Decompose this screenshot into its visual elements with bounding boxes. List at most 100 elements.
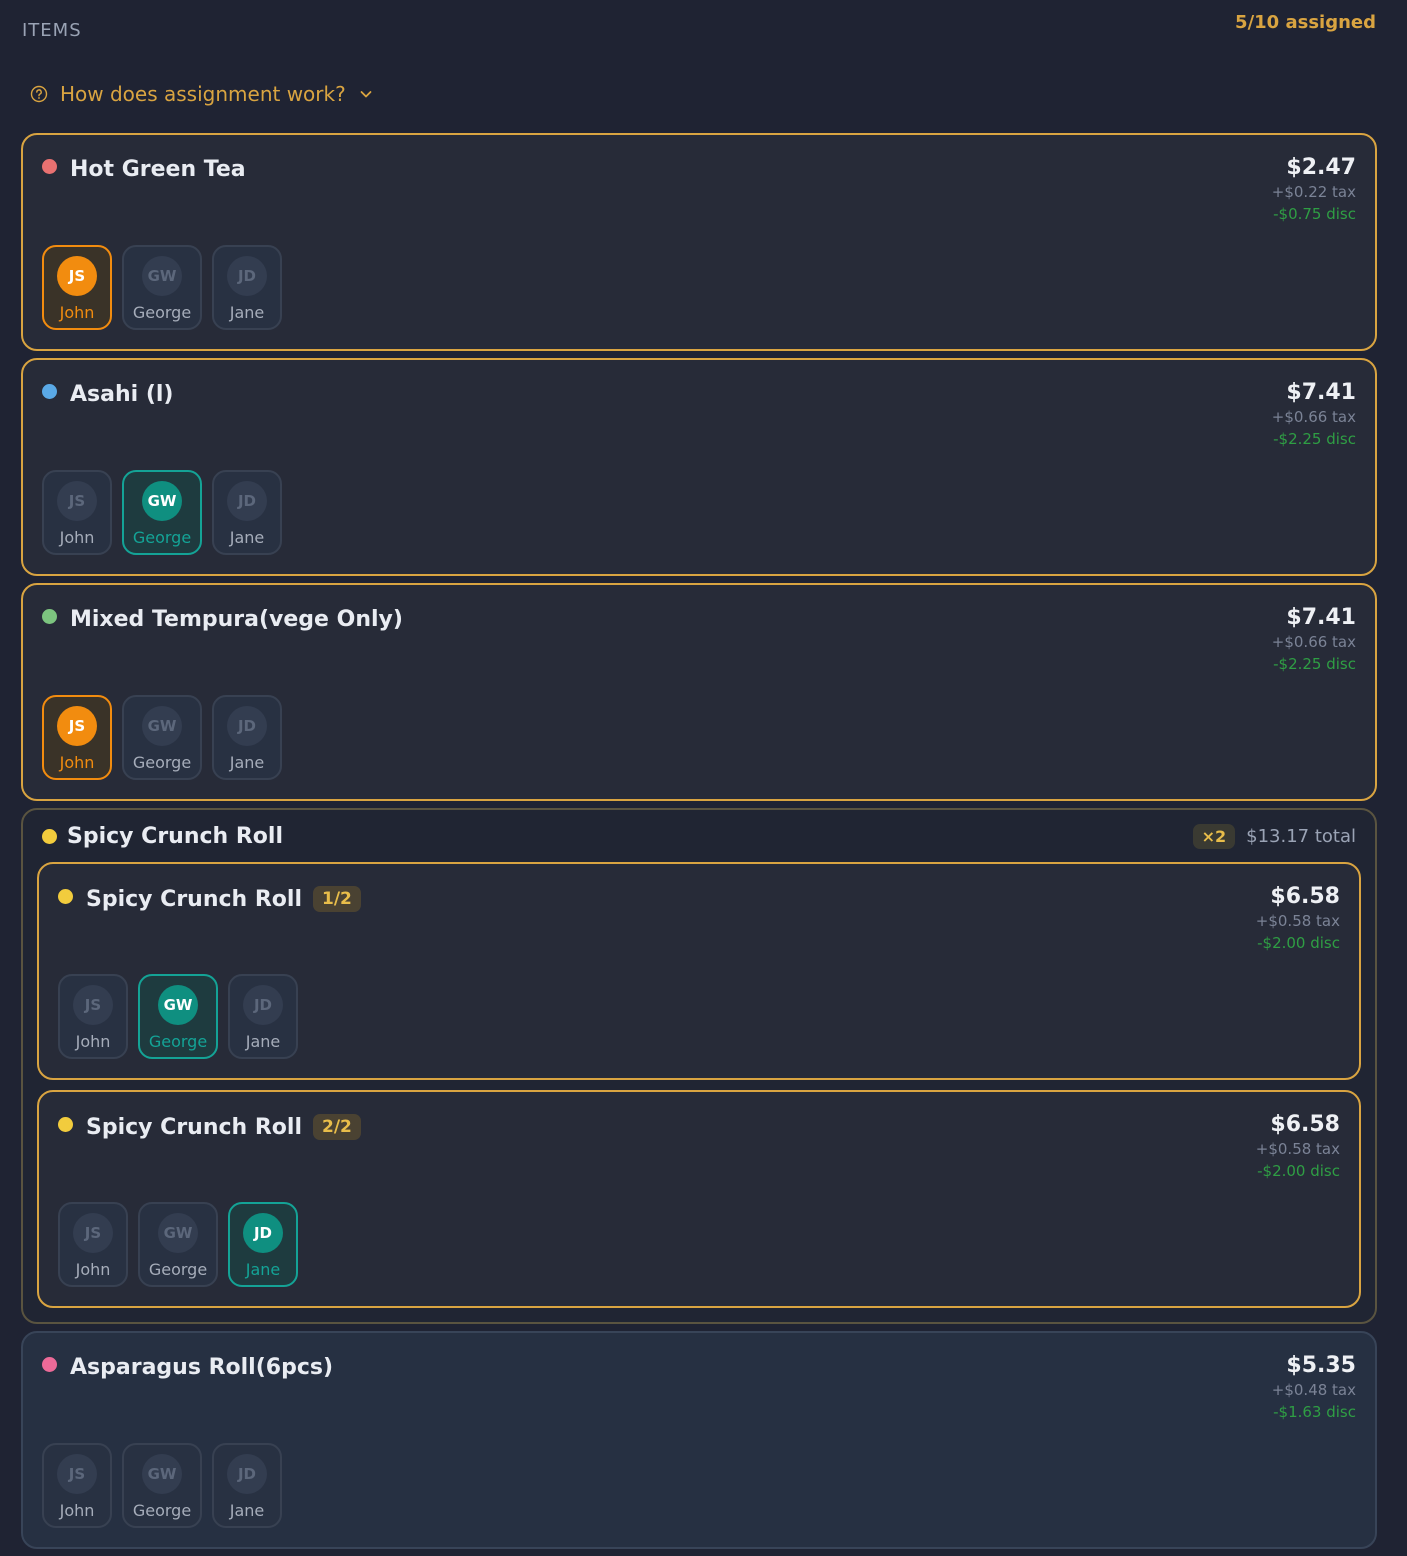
assignee-name: John (75, 1260, 111, 1279)
assignee-list: JS John GW George JD Jane (42, 695, 1356, 780)
items-section-label: ITEMS (22, 20, 82, 41)
avatar: JS (57, 481, 97, 521)
item-title-row: Spicy Crunch Roll 1/2 (58, 886, 361, 912)
assignee-name: John (59, 753, 95, 772)
assignee-name: John (75, 1032, 111, 1051)
quantity-badge: ×2 (1192, 824, 1236, 849)
assignee-toggle-john[interactable]: JS John (58, 974, 128, 1059)
item-discount: -$2.00 disc (1257, 934, 1340, 952)
assignee-toggle-george[interactable]: GW George (122, 1443, 202, 1528)
assignee-toggle-george[interactable]: GW George (122, 470, 202, 555)
item-color-dot (58, 888, 73, 904)
assignee-toggle-john[interactable]: JS John (42, 695, 112, 780)
avatar: JD (243, 985, 283, 1025)
item-color-dot (42, 829, 57, 844)
item-tax: +$0.22 tax (1271, 183, 1356, 201)
item-title-row: Mixed Tempura(vege Only) (42, 607, 403, 632)
item-name: Asparagus Roll(6pcs) (70, 1355, 334, 1380)
assignee-name: George (148, 1032, 208, 1051)
item-tax: +$0.48 tax (1271, 1381, 1356, 1399)
item-card-header: Mixed Tempura(vege Only) $7.41 +$0.66 tax -… (42, 607, 1356, 672)
item-card: Hot Green Tea $2.47 +$0.22 tax -$0.75 disc J… (21, 133, 1377, 351)
item-discount: -$1.63 disc (1273, 1403, 1356, 1421)
assigned-count: 5/10 assigned (1235, 12, 1376, 33)
assignee-toggle-george[interactable]: GW George (138, 1202, 218, 1287)
avatar: JD (227, 706, 267, 746)
assignee-name: George (148, 1260, 208, 1279)
avatar: JS (57, 706, 97, 746)
item-card: Mixed Tempura(vege Only) $7.41 +$0.66 tax -… (21, 583, 1377, 801)
assignee-name: Jane (245, 1032, 281, 1051)
assignee-toggle-jane[interactable]: JD Jane (228, 1202, 298, 1287)
item-prices: $2.47 +$0.22 tax -$0.75 disc (1272, 157, 1356, 222)
assignee-name: George (132, 303, 192, 322)
group-name: Spicy Crunch Roll (67, 824, 283, 849)
avatar: JD (227, 256, 267, 296)
assignee-name: Jane (229, 1501, 265, 1520)
item-price: $6.58 (1270, 1112, 1340, 1137)
avatar: GW (142, 706, 182, 746)
item-title-row: Asparagus Roll(6pcs) (42, 1355, 333, 1380)
item-prices: $7.41 +$0.66 tax -$2.25 disc (1272, 607, 1356, 672)
item-price: $6.58 (1270, 884, 1340, 909)
item-discount: -$2.25 disc (1273, 430, 1356, 448)
item-card-header: Spicy Crunch Roll 2/2 $6.58 +$0.58 tax -$2.0… (58, 1114, 1340, 1179)
assignee-toggle-jane[interactable]: JD Jane (228, 974, 298, 1059)
avatar: JS (73, 1213, 113, 1253)
item-tax: +$0.58 tax (1255, 912, 1340, 930)
avatar: GW (142, 481, 182, 521)
item-prices: $6.58 +$0.58 tax -$2.00 disc (1256, 886, 1340, 951)
assignee-list: JS John GW George JD Jane (42, 1443, 1356, 1528)
assignee-name: Jane (229, 303, 265, 322)
assignee-name: Jane (229, 528, 265, 547)
item-prices: $6.58 +$0.58 tax -$2.00 disc (1256, 1114, 1340, 1179)
assignee-name: Jane (245, 1260, 281, 1279)
avatar: JD (227, 1454, 267, 1494)
assignee-toggle-john[interactable]: JS John (58, 1202, 128, 1287)
item-group: Spicy Crunch Roll ×2 $13.17 total Spicy Cru… (21, 808, 1377, 1324)
assignee-list: JS John GW George JD Jane (42, 470, 1356, 555)
assignee-toggle-george[interactable]: GW George (122, 245, 202, 330)
assignee-toggle-john[interactable]: JS John (42, 470, 112, 555)
group-summary: ×2 $13.17 total (1192, 824, 1356, 849)
item-discount: -$0.75 disc (1273, 205, 1356, 223)
assignment-help-label: How does assignment work? (60, 82, 346, 106)
item-tax: +$0.66 tax (1271, 408, 1356, 426)
assignee-list: JS John GW George JD Jane (58, 1202, 1340, 1287)
assignee-toggle-john[interactable]: JS John (42, 1443, 112, 1528)
assignee-name: George (132, 1501, 192, 1520)
item-card: Spicy Crunch Roll 1/2 $6.58 +$0.58 tax -$2.0… (37, 862, 1361, 1080)
split-fraction-badge: 1/2 (313, 886, 361, 912)
assignee-toggle-george[interactable]: GW George (122, 695, 202, 780)
avatar: JD (243, 1213, 283, 1253)
item-discount: -$2.25 disc (1273, 655, 1356, 673)
item-name: Mixed Tempura(vege Only) (70, 607, 403, 632)
item-name: Hot Green Tea (70, 157, 246, 182)
item-price: $7.41 (1286, 380, 1356, 405)
item-card: Asparagus Roll(6pcs) $5.35 +$0.48 tax -$1.6… (21, 1331, 1377, 1549)
item-price: $5.35 (1286, 1353, 1356, 1378)
assignee-toggle-john[interactable]: JS John (42, 245, 112, 330)
assignee-name: John (59, 1501, 95, 1520)
item-group-header: Spicy Crunch Roll ×2 $13.17 total (37, 824, 1361, 849)
item-color-dot (42, 609, 57, 624)
assignee-name: John (59, 303, 95, 322)
item-name: Spicy Crunch Roll (86, 1114, 302, 1140)
assignee-toggle-jane[interactable]: JD Jane (212, 470, 282, 555)
avatar: JD (227, 481, 267, 521)
assignee-toggle-jane[interactable]: JD Jane (212, 245, 282, 330)
avatar: JS (57, 1454, 97, 1494)
group-title-row: Spicy Crunch Roll (42, 824, 283, 849)
assignee-toggle-jane[interactable]: JD Jane (212, 695, 282, 780)
item-color-dot (42, 384, 57, 399)
assignee-toggle-jane[interactable]: JD Jane (212, 1443, 282, 1528)
item-tax: +$0.58 tax (1255, 1140, 1340, 1158)
item-title-row: Hot Green Tea (42, 157, 246, 182)
assignee-toggle-george[interactable]: GW George (138, 974, 218, 1059)
avatar: JS (73, 985, 113, 1025)
assignee-list: JS John GW George JD Jane (58, 974, 1340, 1059)
assignment-help-toggle[interactable]: How does assignment work? (30, 82, 374, 106)
item-color-dot (58, 1116, 73, 1132)
item-color-dot (42, 1357, 57, 1372)
split-fraction-badge: 2/2 (313, 1114, 361, 1140)
